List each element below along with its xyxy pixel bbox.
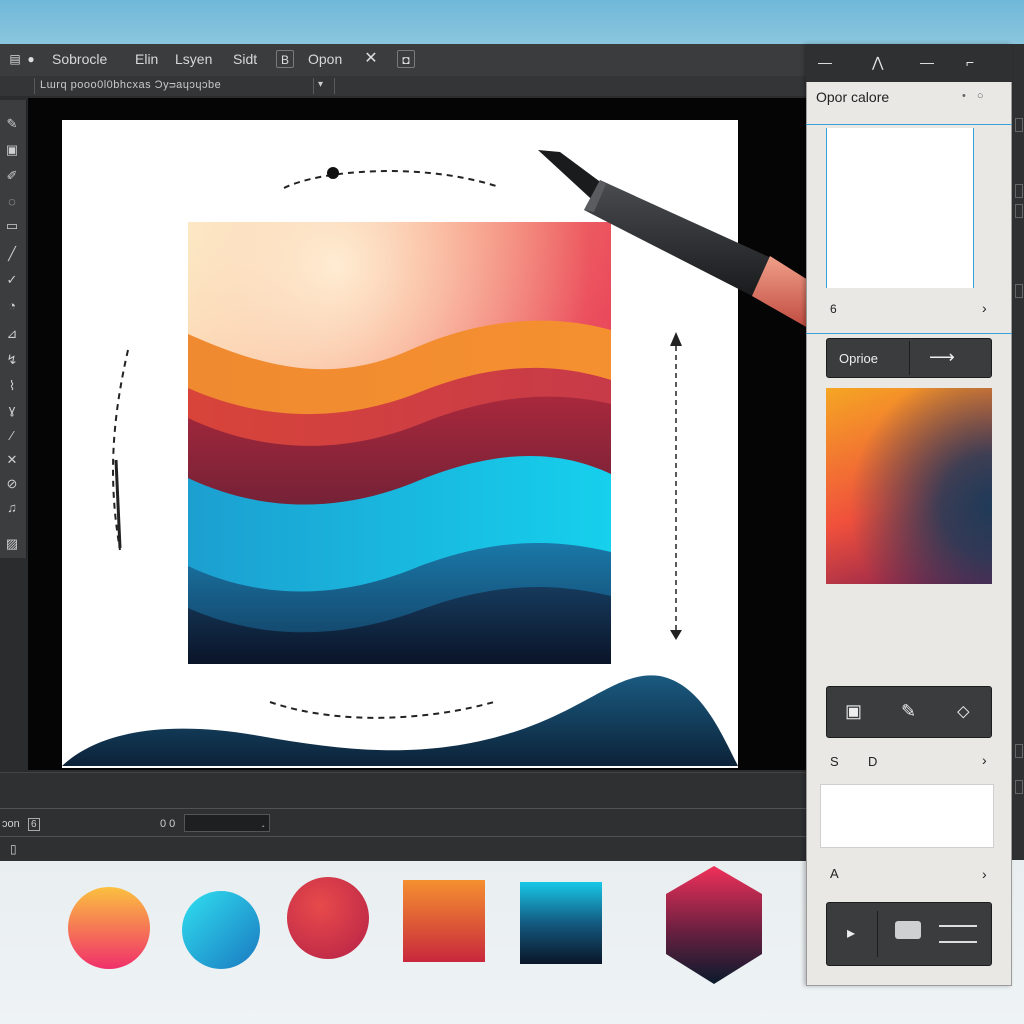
status-label: ɔon bbox=[2, 818, 20, 830]
d-label: D bbox=[868, 754, 878, 769]
a-label: A bbox=[830, 866, 839, 881]
arrow-up-icon bbox=[670, 332, 682, 346]
swatch-preview-box[interactable] bbox=[826, 128, 974, 288]
chevron-up-icon[interactable]: ⋀ bbox=[872, 54, 883, 71]
status-divider bbox=[0, 836, 808, 837]
swatch-cyan-circle[interactable] bbox=[182, 891, 260, 969]
edge-handle[interactable] bbox=[1015, 780, 1023, 794]
arrow-right-icon[interactable]: ⟶ bbox=[929, 347, 955, 368]
option-button[interactable]: Oprioe ⟶ bbox=[826, 338, 992, 378]
dropdown-icon[interactable]: ⌐ bbox=[966, 54, 974, 70]
swatch-orange-pink-circle[interactable] bbox=[68, 887, 150, 969]
status-divider bbox=[0, 808, 808, 809]
selection-guide bbox=[806, 124, 1012, 125]
stroke-preview-box[interactable] bbox=[820, 784, 994, 848]
artwork-square bbox=[188, 222, 611, 664]
panel-header: — ⋀ — ⌐ bbox=[806, 44, 1012, 82]
chevron-right-icon[interactable]: › bbox=[982, 866, 987, 882]
play-icon[interactable]: ▸ bbox=[847, 923, 855, 943]
arrow-down-icon bbox=[670, 630, 682, 640]
edge-handle[interactable] bbox=[1015, 284, 1023, 298]
brush-icon[interactable]: ✎ bbox=[901, 701, 916, 722]
tool-button-group: ▣ ✎ ⬦ bbox=[826, 686, 992, 738]
image-icon[interactable] bbox=[895, 921, 921, 939]
edge-handle[interactable] bbox=[1015, 118, 1023, 132]
chevron-right-icon[interactable]: › bbox=[982, 752, 987, 768]
option-button-label: Oprioe bbox=[839, 351, 879, 366]
panel-options-icon[interactable]: • ○ bbox=[962, 90, 988, 102]
line-icon[interactable]: — bbox=[920, 54, 934, 70]
edge-handle[interactable] bbox=[1015, 204, 1023, 218]
button-divider bbox=[877, 911, 878, 957]
panel-title: Opor calore bbox=[816, 89, 890, 105]
menu-line bbox=[939, 941, 977, 943]
minimize-icon[interactable]: — bbox=[818, 54, 832, 70]
selection-guide bbox=[806, 333, 1012, 334]
right-edge-strip bbox=[1012, 44, 1024, 860]
swatch-hexagon[interactable] bbox=[666, 866, 762, 984]
s-label: S bbox=[830, 754, 839, 769]
zoom-field[interactable]: ˰ bbox=[184, 814, 270, 832]
swatch-orange-square[interactable] bbox=[403, 880, 485, 962]
button-divider bbox=[909, 341, 910, 375]
edge-handle[interactable] bbox=[1015, 744, 1023, 758]
edge-handle[interactable] bbox=[1015, 184, 1023, 198]
chevron-right-icon[interactable]: › bbox=[982, 300, 987, 316]
gradient-preview[interactable] bbox=[826, 388, 992, 584]
fill-icon[interactable]: ⬦ bbox=[957, 701, 970, 722]
slider-label: 6 bbox=[830, 302, 837, 316]
menu-line bbox=[939, 925, 977, 927]
status-badge[interactable]: 6 bbox=[28, 818, 40, 831]
document-icon[interactable]: ▯ bbox=[10, 842, 17, 856]
hill-shape bbox=[62, 675, 738, 766]
zoom-label: 0 0 bbox=[160, 818, 176, 830]
playback-controls: ▸ bbox=[826, 902, 992, 966]
frame-icon[interactable]: ▣ bbox=[845, 701, 862, 722]
swatch-navy-square[interactable] bbox=[520, 882, 602, 964]
status-bar bbox=[0, 772, 808, 861]
swatch-red-circle[interactable] bbox=[287, 877, 369, 959]
